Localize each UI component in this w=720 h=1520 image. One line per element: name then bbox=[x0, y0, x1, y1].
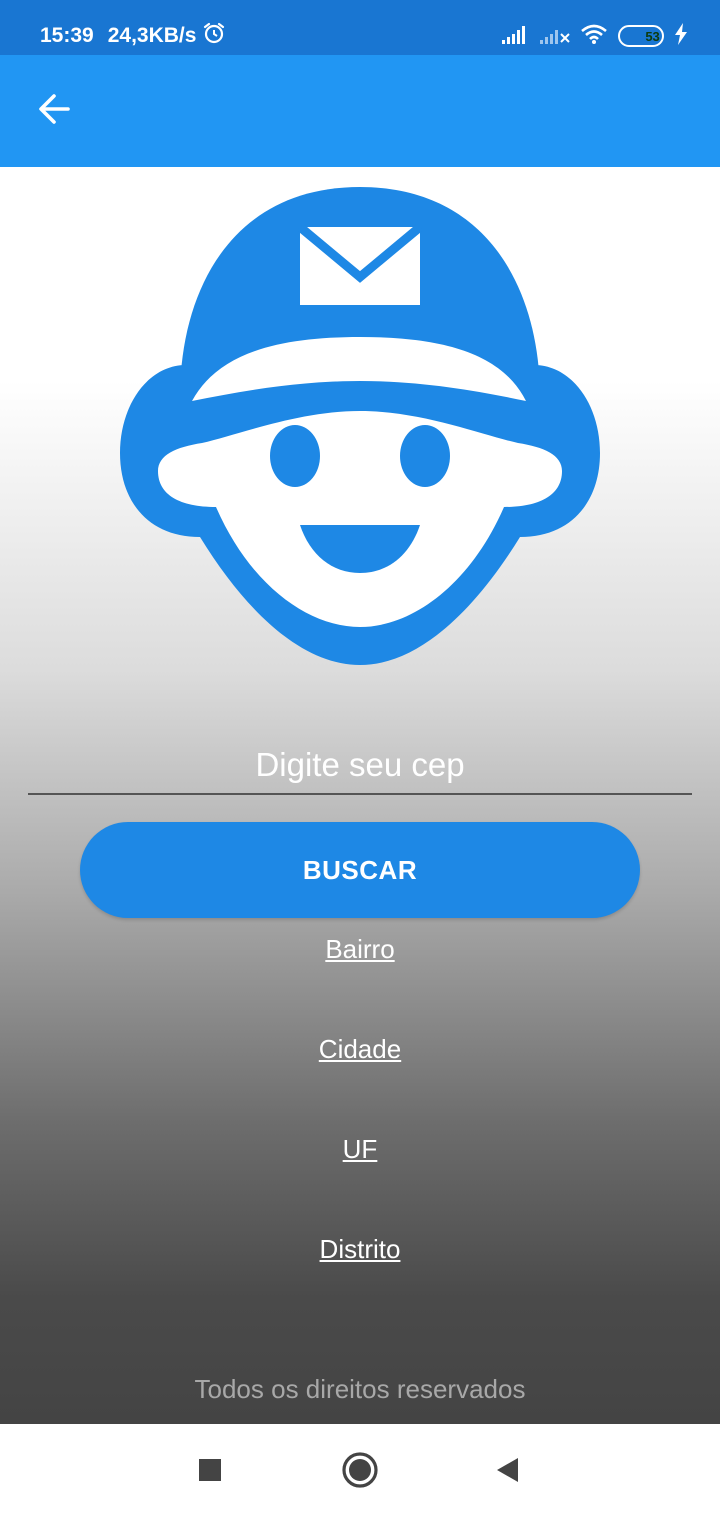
triangle-back-icon bbox=[494, 1456, 520, 1489]
battery-level: 53 bbox=[645, 28, 660, 44]
buscar-button[interactable]: BUSCAR bbox=[80, 822, 640, 918]
cidade-link[interactable]: Cidade bbox=[0, 1034, 720, 1065]
wifi-icon bbox=[580, 23, 608, 50]
status-time: 15:39 bbox=[40, 24, 94, 47]
status-net-speed: 24,3KB/s bbox=[107, 24, 197, 47]
nav-back-button[interactable] bbox=[487, 1452, 527, 1492]
home-button[interactable] bbox=[340, 1451, 380, 1494]
system-nav-bar bbox=[0, 1424, 720, 1520]
footer-text: Todos os direitos reservados bbox=[194, 1374, 526, 1404]
circle-icon bbox=[341, 1451, 379, 1494]
signal-icon bbox=[502, 24, 530, 49]
app-bar bbox=[0, 55, 720, 167]
status-left: 15:39 24,3KB/s bbox=[40, 20, 226, 52]
status-right: 53 bbox=[502, 20, 688, 52]
bairro-link[interactable]: Bairro bbox=[0, 934, 720, 965]
signal-no-service-icon bbox=[540, 24, 570, 49]
postman-mascot-icon bbox=[118, 185, 602, 669]
status-bar: 15:39 24,3KB/s 53 bbox=[0, 0, 720, 55]
recents-button[interactable] bbox=[190, 1452, 230, 1492]
arrow-back-icon bbox=[36, 91, 72, 132]
uf-link[interactable]: UF bbox=[0, 1134, 720, 1165]
back-button[interactable] bbox=[30, 87, 78, 135]
square-icon bbox=[198, 1458, 222, 1487]
charging-icon bbox=[674, 22, 688, 50]
distrito-link[interactable]: Distrito bbox=[0, 1234, 720, 1265]
battery-icon: 53 bbox=[618, 25, 664, 47]
alarm-icon bbox=[202, 21, 226, 51]
cep-input[interactable] bbox=[28, 737, 692, 795]
main-content: BUSCAR Bairro Cidade UF Distrito Todos o… bbox=[0, 167, 720, 1424]
